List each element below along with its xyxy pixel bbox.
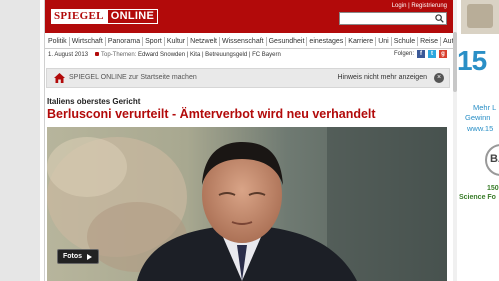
account-links: Login | Registrierung xyxy=(392,3,447,9)
logo-online: ONLINE xyxy=(106,9,159,24)
header-bar: SPIEGEL ONLINE Login | Registrierung xyxy=(45,0,453,33)
ad-image-detail xyxy=(467,4,493,28)
nav-item-uni[interactable]: Uni xyxy=(376,36,392,46)
nav-item-einestages[interactable]: einestages xyxy=(307,36,347,46)
link-separator: | xyxy=(408,3,410,9)
ad-text-5: Science Fo xyxy=(459,194,496,201)
top-topics: Top-Themen: Edward Snowden | Kita | Betr… xyxy=(95,52,281,58)
photos-button-label: Fotos xyxy=(63,253,83,260)
topics-bullet-icon xyxy=(95,52,99,57)
follow-links: Folgen: f t g xyxy=(394,50,447,58)
photos-button[interactable]: Fotos xyxy=(57,249,99,264)
close-icon[interactable]: × xyxy=(434,73,444,83)
advertisement[interactable]: 15 Mehr L Gewinn www.15 BA 150 Science F… xyxy=(457,0,499,281)
nav-item-wissenschaft[interactable]: Wissenschaft xyxy=(220,36,267,46)
nav-item-gesundheit[interactable]: Gesundheit xyxy=(267,36,308,46)
startpage-bar: SPIEGEL ONLINE zur Startseite machen Hin… xyxy=(46,68,450,88)
search-icon[interactable] xyxy=(435,14,444,23)
berlusconi-photo xyxy=(47,127,447,281)
nav-item-karriere[interactable]: Karriere xyxy=(346,36,377,46)
hide-hint-link[interactable]: Hinweis nicht mehr anzeigen xyxy=(338,74,428,81)
main-navigation: Politik Wirtschaft Panorama Sport Kultur Netz… xyxy=(45,35,453,47)
nav-item-politik[interactable]: Politik xyxy=(45,36,70,46)
follow-label: Folgen: xyxy=(393,51,414,57)
left-background xyxy=(0,0,40,281)
article-photo[interactable]: Fotos xyxy=(47,127,447,281)
nav-item-schule[interactable]: Schule xyxy=(392,36,419,46)
nav-item-sport[interactable]: Sport xyxy=(143,36,165,46)
register-link[interactable]: Registrierung xyxy=(411,3,447,9)
nav-item-reise[interactable]: Reise xyxy=(418,36,442,46)
spiegel-online-logo[interactable]: SPIEGEL ONLINE xyxy=(51,9,159,24)
spiegel-page: SPIEGEL ONLINE Login | Registrierung Pol… xyxy=(44,0,454,281)
topics-links[interactable]: Edward Snowden | Kita | Betreuungsgeld |… xyxy=(138,52,281,58)
article-kicker: Italiens oberstes Gericht xyxy=(47,97,141,106)
nav-item-panorama[interactable]: Panorama xyxy=(106,36,144,46)
ad-url[interactable]: www.15 xyxy=(467,124,493,133)
ad-text-4: 150 xyxy=(487,185,499,192)
set-startpage-link[interactable]: SPIEGEL ONLINE zur Startseite machen xyxy=(69,74,197,81)
nav-item-netzwelt[interactable]: Netzwelt xyxy=(188,36,220,46)
nav-item-wirtschaft[interactable]: Wirtschaft xyxy=(70,36,106,46)
topics-label: Top-Themen: xyxy=(101,52,137,58)
search-input[interactable] xyxy=(340,19,436,31)
twitter-icon[interactable]: t xyxy=(428,50,436,58)
login-link[interactable]: Login xyxy=(392,3,407,9)
ad-logo: BA xyxy=(485,144,499,176)
play-icon xyxy=(87,253,93,260)
google-plus-icon[interactable]: g xyxy=(439,50,447,58)
search-box xyxy=(339,12,447,31)
ad-text-1: Mehr L xyxy=(473,103,497,112)
article-headline[interactable]: Berlusconi verurteilt - Ämterverbot wird… xyxy=(47,107,376,121)
ad-text-2: Gewinn xyxy=(465,113,491,122)
ad-logo-text: BA xyxy=(490,153,499,165)
nav-item-kultur[interactable]: Kultur xyxy=(165,36,189,46)
nav-divider xyxy=(45,48,453,49)
ad-number: 15 xyxy=(457,45,487,76)
home-icon[interactable] xyxy=(54,73,65,83)
facebook-icon[interactable]: f xyxy=(417,50,425,58)
logo-spiegel: SPIEGEL xyxy=(51,9,107,24)
current-date: 1. August 2013 xyxy=(48,52,89,58)
